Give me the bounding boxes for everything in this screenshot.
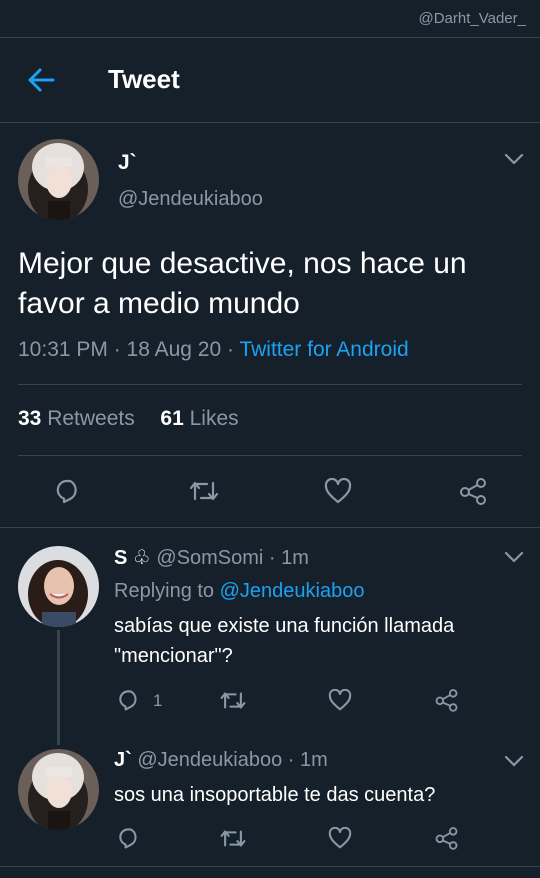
heart-icon (328, 688, 352, 711)
reply-text: sos una insoportable te das cuenta? (114, 784, 436, 806)
replying-to-handle[interactable]: @Jendeukiaboo (220, 580, 365, 602)
retweets-stat[interactable]: 33 Retweets (18, 407, 135, 430)
reply-icon (119, 828, 137, 849)
avatar-image (18, 139, 99, 220)
reply-handle-time: @Jendeukiaboo · 1m (131, 749, 328, 771)
reply-button[interactable] (54, 477, 82, 510)
share-button[interactable] (458, 477, 488, 510)
share-icon (435, 689, 458, 712)
likes-count: 61 (160, 407, 184, 430)
tweet-source-link[interactable]: Twitter for Android (239, 338, 408, 361)
retweet-button[interactable] (219, 689, 247, 717)
share-button[interactable] (434, 826, 459, 855)
avatar-image (18, 749, 99, 830)
likes-stat[interactable]: 61 Likes (160, 407, 238, 430)
divider (0, 866, 540, 867)
reply-text: sabías que existe una función llamada "m… (114, 615, 455, 667)
tweet-menu-button[interactable] (503, 152, 525, 171)
tweet-text: Mejor que desactive, nos hace un favor a… (18, 247, 467, 320)
reply-author-name: S ♧ (114, 547, 151, 569)
share-icon (460, 478, 486, 505)
author-handle[interactable]: @Jendeukiaboo (118, 188, 263, 211)
reply-avatar[interactable] (18, 749, 99, 830)
reply-button[interactable] (117, 826, 141, 855)
chevron-down-icon (504, 153, 524, 165)
like-button[interactable] (324, 477, 352, 509)
share-icon (435, 827, 458, 850)
avatar-image (18, 546, 99, 627)
tweet-timestamp: 10:31 PM · 18 Aug 20 · (18, 338, 240, 361)
like-button[interactable] (328, 826, 352, 854)
retweet-icon (189, 481, 219, 501)
replying-to: Replying to @Jendeukiaboo (114, 580, 364, 603)
arrow-left-icon (28, 68, 55, 92)
replying-to-label: Replying to (114, 580, 220, 602)
retweets-count: 33 (18, 407, 42, 430)
back-button[interactable] (26, 66, 56, 94)
watermark: @Darht_Vader_ (418, 10, 526, 27)
retweet-icon (220, 692, 246, 709)
divider (0, 527, 540, 528)
retweets-label: Retweets (41, 407, 135, 430)
author-name: J` (118, 151, 137, 174)
chevron-down-icon (504, 551, 524, 563)
divider (18, 455, 522, 456)
share-button[interactable] (434, 688, 459, 717)
retweet-button[interactable] (188, 478, 220, 509)
reply-icon (56, 479, 77, 504)
retweet-button[interactable] (219, 827, 247, 855)
reply-icon (119, 690, 137, 711)
app-header: Tweet (0, 38, 540, 123)
like-button[interactable] (328, 688, 352, 716)
reply-header: J` @Jendeukiaboo · 1m (114, 749, 328, 772)
heart-icon (324, 477, 352, 504)
retweet-icon (220, 830, 246, 847)
reply-count: 1 (153, 691, 163, 710)
likes-label: Likes (183, 407, 239, 430)
thread-line (57, 630, 60, 745)
reply-avatar[interactable] (18, 546, 99, 627)
divider (18, 384, 522, 385)
reply-handle-time: @SomSomi · 1m (150, 547, 309, 569)
avatar[interactable] (18, 139, 99, 220)
tweet-meta: 10:31 PM · 18 Aug 20 · Twitter for Andro… (18, 338, 409, 362)
reply-author-name: J` (114, 749, 132, 771)
page-title: Tweet (108, 64, 180, 94)
heart-icon (328, 826, 352, 849)
reply-menu-button[interactable] (503, 754, 525, 773)
engagement-stats: 33 Retweets 61 Likes (18, 407, 239, 431)
chevron-down-icon (504, 755, 524, 767)
reply-menu-button[interactable] (503, 550, 525, 569)
reply-header: S ♧ @SomSomi · 1m (114, 545, 309, 570)
reply-button[interactable] (117, 688, 141, 717)
